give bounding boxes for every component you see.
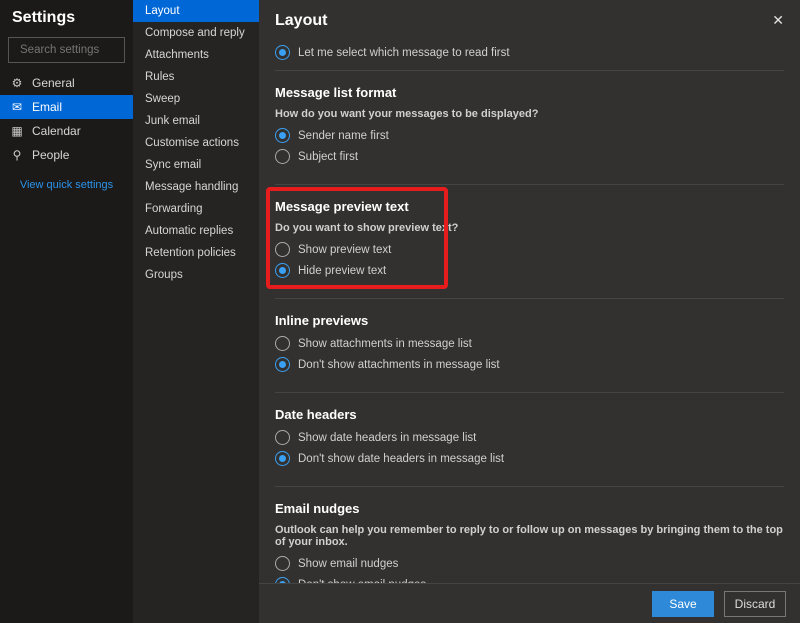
subnav-item-rules[interactable]: Rules (133, 66, 259, 88)
radio-icon (275, 242, 290, 257)
subnav-item-sync-email[interactable]: Sync email (133, 154, 259, 176)
subnav-item-automatic-replies[interactable]: Automatic replies (133, 220, 259, 242)
radio-message-preview-text-0[interactable]: Show preview text (275, 242, 784, 257)
settings-sidebar: Settings ⚙General✉Email▦Calendar⚲People … (0, 0, 133, 623)
radio-label: Don't show attachments in message list (298, 359, 500, 371)
nav-item-email[interactable]: ✉ Email (0, 95, 133, 119)
radio-label: Show preview text (298, 244, 391, 256)
settings-content: Layout ✕ Let me select which message to … (259, 0, 800, 623)
subnav-item-compose-and-reply[interactable]: Compose and reply (133, 22, 259, 44)
radio-icon (275, 263, 290, 278)
section-desc: Outlook can help you remember to reply t… (275, 524, 784, 548)
nav-label: General (32, 76, 75, 90)
subnav-item-retention-policies[interactable]: Retention policies (133, 242, 259, 264)
gear-icon: ⚙ (10, 76, 24, 90)
radio-icon (275, 149, 290, 164)
radio-date-headers-0[interactable]: Show date headers in message list (275, 430, 784, 445)
radio-message-list-format-0[interactable]: Sender name first (275, 128, 784, 143)
discard-button[interactable]: Discard (724, 591, 786, 617)
view-quick-settings-link[interactable]: View quick settings (0, 167, 133, 191)
nav-label: Calendar (32, 124, 81, 138)
radio-message-preview-text-1[interactable]: Hide preview text (275, 263, 784, 278)
subnav-item-message-handling[interactable]: Message handling (133, 176, 259, 198)
mail-icon: ✉ (10, 100, 24, 114)
radio-icon (275, 430, 290, 445)
section-title: Date headers (275, 407, 784, 422)
settings-subnav: LayoutCompose and replyAttachmentsRulesS… (133, 0, 259, 623)
nav-label: Email (32, 100, 62, 114)
subnav-item-forwarding[interactable]: Forwarding (133, 198, 259, 220)
radio-label: Sender name first (298, 130, 389, 142)
radio-icon (275, 45, 290, 60)
subnav-item-sweep[interactable]: Sweep (133, 88, 259, 110)
radio-let-me-select[interactable]: Let me select which message to read firs… (275, 45, 784, 60)
settings-title: Settings (0, 0, 133, 33)
page-title: Layout (275, 12, 327, 30)
save-button[interactable]: Save (652, 591, 714, 617)
nav-item-calendar[interactable]: ▦ Calendar (0, 119, 133, 143)
radio-label: Let me select which message to read firs… (298, 47, 510, 59)
radio-date-headers-1[interactable]: Don't show date headers in message list (275, 451, 784, 466)
section-inline-previews: Inline previews Show attachments in messa… (275, 299, 784, 393)
radio-inline-previews-1[interactable]: Don't show attachments in message list (275, 357, 784, 372)
radio-label: Don't show date headers in message list (298, 453, 504, 465)
subnav-item-layout[interactable]: Layout (133, 0, 259, 22)
section-date-headers: Date headers Show date headers in message… (275, 393, 784, 487)
section-desc: Do you want to show preview text? (275, 222, 784, 234)
section-title: Message list format (275, 85, 784, 100)
footer-bar: Save Discard (259, 583, 800, 623)
nav-item-general[interactable]: ⚙ General (0, 71, 133, 95)
radio-icon (275, 556, 290, 571)
radio-label: Show email nudges (298, 558, 398, 570)
subnav-item-customise-actions[interactable]: Customise actions (133, 132, 259, 154)
radio-inline-previews-0[interactable]: Show attachments in message list (275, 336, 784, 351)
people-icon: ⚲ (10, 148, 24, 162)
subnav-item-attachments[interactable]: Attachments (133, 44, 259, 66)
radio-icon (275, 336, 290, 351)
radio-label: Hide preview text (298, 265, 386, 277)
close-button[interactable]: ✕ (768, 8, 788, 33)
radio-label: Show date headers in message list (298, 432, 476, 444)
section-title: Inline previews (275, 313, 784, 328)
section-title: Message preview text (275, 199, 784, 214)
subnav-item-groups[interactable]: Groups (133, 264, 259, 286)
radio-message-list-format-1[interactable]: Subject first (275, 149, 784, 164)
section-message-preview-text: Message preview text Do you want to show … (275, 185, 784, 299)
radio-label: Subject first (298, 151, 358, 163)
subnav-item-junk-email[interactable]: Junk email (133, 110, 259, 132)
radio-label: Show attachments in message list (298, 338, 472, 350)
section-title: Email nudges (275, 501, 784, 516)
section-desc: How do you want your messages to be disp… (275, 108, 784, 120)
radio-icon (275, 357, 290, 372)
radio-icon (275, 128, 290, 143)
radio-icon (275, 451, 290, 466)
search-settings-field[interactable] (8, 37, 125, 63)
section-message-list-format: Message list format How do you want your … (275, 71, 784, 185)
calendar-icon: ▦ (10, 124, 24, 138)
radio-email-nudges-0[interactable]: Show email nudges (275, 556, 784, 571)
nav-item-people[interactable]: ⚲ People (0, 143, 133, 167)
nav-label: People (32, 148, 69, 162)
